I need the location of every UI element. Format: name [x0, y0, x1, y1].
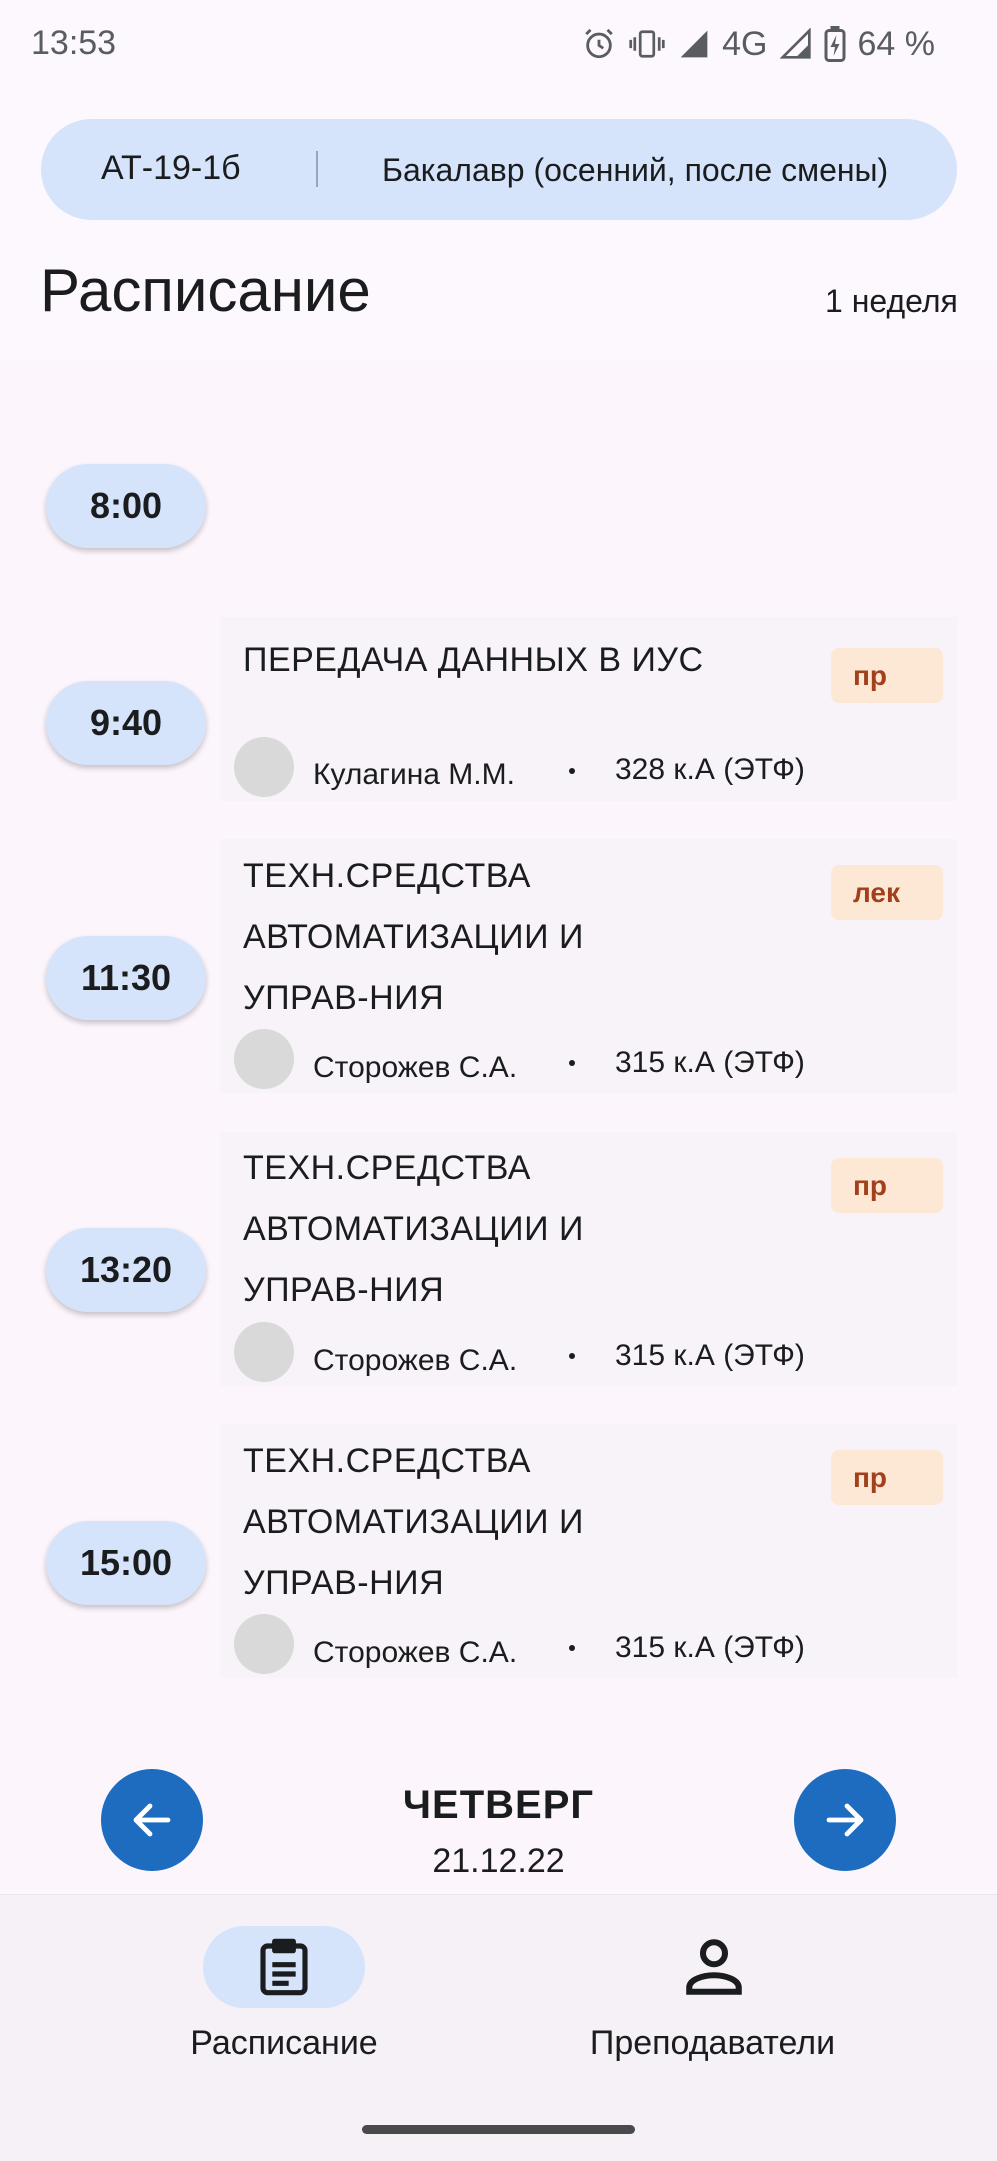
- lesson-subject: ПЕРЕДАЧА ДАННЫХ В ИУС: [243, 641, 704, 679]
- teacher-name: Сторожев С.А.: [313, 1636, 518, 1669]
- time-pill: 13:20: [46, 1228, 206, 1312]
- status-icons: 4G 64 %: [582, 24, 935, 64]
- teacher-avatar: [234, 1322, 294, 1382]
- lesson-type-badge: пр: [831, 1450, 943, 1505]
- room-label: 328 к.А (ЭТФ): [615, 753, 805, 786]
- room-label: 315 к.А (ЭТФ): [615, 1339, 805, 1372]
- separator-dot: [569, 1060, 575, 1066]
- lesson-subject-line: УПРАВ-НИЯ: [243, 1271, 445, 1309]
- room-label: 315 к.А (ЭТФ): [615, 1631, 805, 1664]
- lesson-subject-line: АВТОМАТИЗАЦИИ И: [243, 918, 584, 956]
- lesson-subject-line: УПРАВ-НИЯ: [243, 979, 445, 1017]
- time-pill: 9:40: [46, 681, 206, 765]
- time-pill: 15:00: [46, 1521, 206, 1605]
- alarm-icon: [585, 28, 613, 59]
- vibrate-icon: [629, 30, 665, 58]
- lesson-subject-line: АВТОМАТИЗАЦИИ И: [243, 1503, 584, 1541]
- nav-item-schedule[interactable]: [203, 1926, 365, 2008]
- lesson-type-badge: лек: [831, 865, 943, 920]
- time-pill: 8:00: [46, 464, 206, 548]
- signal-icon: [779, 28, 811, 59]
- separator-dot: [569, 1353, 575, 1359]
- teacher-name: Сторожев С.А.: [313, 1051, 518, 1084]
- teacher-avatar: [234, 1614, 294, 1674]
- separator-dot: [569, 768, 575, 774]
- group-divider: [316, 151, 318, 187]
- status-bar: 13:53 4G 64 %: [0, 0, 997, 90]
- teacher-avatar: [234, 737, 294, 797]
- nav-label-schedule[interactable]: Расписание: [134, 2024, 434, 2063]
- lesson-subject-line: УПРАВ-НИЯ: [243, 1564, 445, 1602]
- lesson-subject-line: ТЕХН.СРЕДСТВА: [243, 1149, 531, 1187]
- lesson-type-badge: пр: [831, 648, 943, 703]
- lesson-subject-line: ТЕХН.СРЕДСТВА: [243, 857, 531, 895]
- week-label[interactable]: 1 неделя: [825, 283, 958, 320]
- group-name[interactable]: АТ-19-1б: [101, 149, 241, 188]
- next-day-button[interactable]: [794, 1769, 896, 1871]
- arrow-right-icon: [826, 1803, 864, 1837]
- room-label: 315 к.А (ЭТФ): [615, 1046, 805, 1079]
- teacher-avatar: [234, 1029, 294, 1089]
- teacher-name: Кулагина М.М.: [313, 758, 515, 791]
- home-indicator[interactable]: [362, 2125, 635, 2134]
- network-type: 4G: [722, 24, 768, 63]
- semester-name[interactable]: Бакалавр (осенний, после смены): [382, 152, 888, 189]
- lesson-subject-line: ТЕХН.СРЕДСТВА: [243, 1442, 531, 1480]
- clipboard-icon: [260, 1938, 308, 1996]
- lesson-type-badge: пр: [831, 1158, 943, 1213]
- separator-dot: [569, 1645, 575, 1651]
- battery-charging-icon: [824, 26, 845, 62]
- nav-label-teachers[interactable]: Преподаватели: [560, 2024, 865, 2063]
- person-icon: [686, 1939, 742, 1995]
- battery-level: 64 %: [857, 24, 936, 63]
- lesson-subject-line: АВТОМАТИЗАЦИИ И: [243, 1210, 584, 1248]
- time-pill: 11:30: [46, 936, 206, 1020]
- status-time: 13:53: [31, 24, 117, 62]
- nav-item-teachers[interactable]: [669, 1931, 759, 2003]
- teacher-name: Сторожев С.А.: [313, 1344, 518, 1377]
- page-title: Расписание: [40, 257, 371, 324]
- signal-icon: [680, 30, 708, 58]
